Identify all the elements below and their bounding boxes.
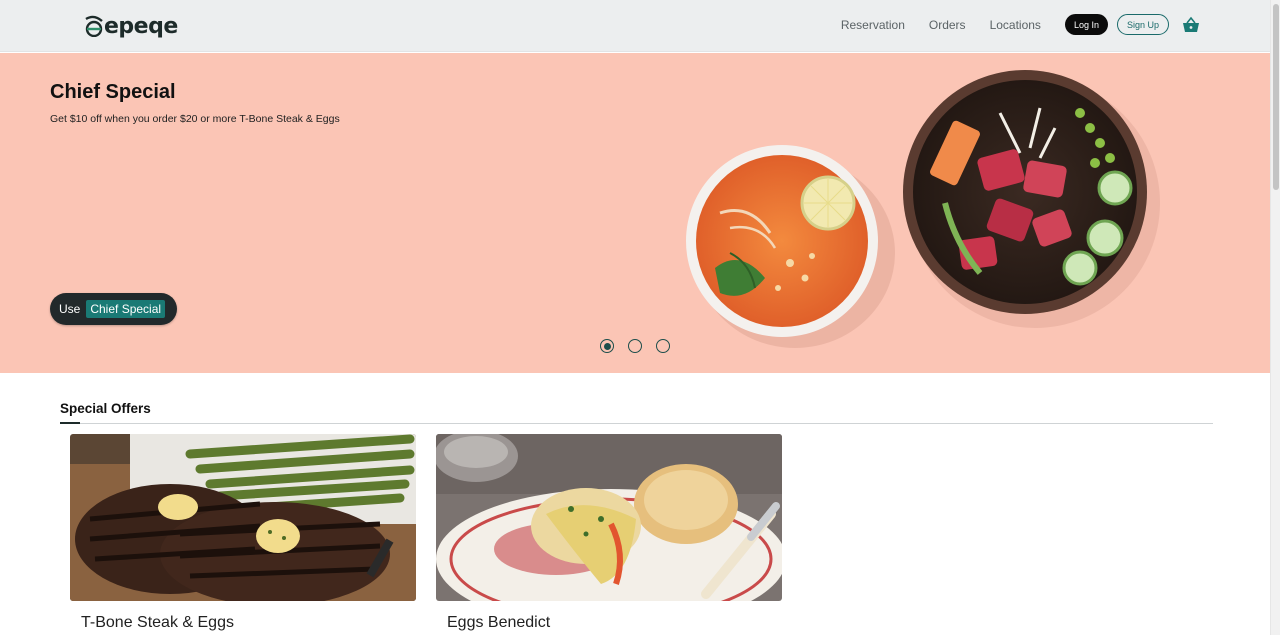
carousel-indicators: [600, 339, 670, 353]
vertical-scrollbar[interactable]: [1270, 0, 1280, 635]
section-title-special-offers: Special Offers: [60, 401, 151, 416]
section-divider-accent: [60, 422, 80, 424]
carousel-dot-1[interactable]: [600, 339, 614, 353]
logo-mark-icon: [85, 15, 103, 37]
hero-title: Chief Special: [50, 81, 176, 103]
carousel-dot-3[interactable]: [656, 339, 670, 353]
offer-card[interactable]: T-Bone Steak & Eggs: [70, 434, 416, 632]
promo-code-label: Chief Special: [86, 300, 166, 318]
promo-use-label: Use: [59, 302, 81, 316]
offer-card-image[interactable]: [70, 434, 416, 601]
hero-banner: Chief Special Get $10 off when you order…: [0, 53, 1270, 373]
brand-logo[interactable]: epeqe: [84, 12, 178, 40]
hero-food-image: [686, 70, 1160, 348]
basket-icon[interactable]: [1182, 16, 1200, 34]
offer-card-title[interactable]: T-Bone Steak & Eggs: [70, 614, 416, 632]
offer-card-image[interactable]: [436, 434, 782, 601]
section-divider: [60, 423, 1213, 424]
scrollbar-thumb[interactable]: [1273, 4, 1279, 190]
logo-text: epeqe: [104, 13, 178, 39]
login-button[interactable]: Log In: [1064, 14, 1108, 35]
page: epeqe Reservation Orders Locations Log I…: [0, 0, 1280, 635]
nav-locations[interactable]: Locations: [990, 18, 1041, 32]
signup-button[interactable]: Sign Up: [1116, 14, 1169, 35]
offer-card[interactable]: Eggs Benedict: [436, 434, 782, 632]
top-navbar: epeqe Reservation Orders Locations Log I…: [0, 0, 1270, 52]
hero-subtitle: Get $10 off when you order $20 or more T…: [50, 113, 340, 125]
carousel-dot-2[interactable]: [628, 339, 642, 353]
main-nav: Reservation Orders Locations Log In Sign…: [841, 14, 1200, 35]
offer-card-title[interactable]: Eggs Benedict: [436, 614, 782, 632]
nav-reservation[interactable]: Reservation: [841, 18, 905, 32]
promo-code-button[interactable]: Use Chief Special: [50, 293, 178, 325]
nav-orders[interactable]: Orders: [929, 18, 966, 32]
